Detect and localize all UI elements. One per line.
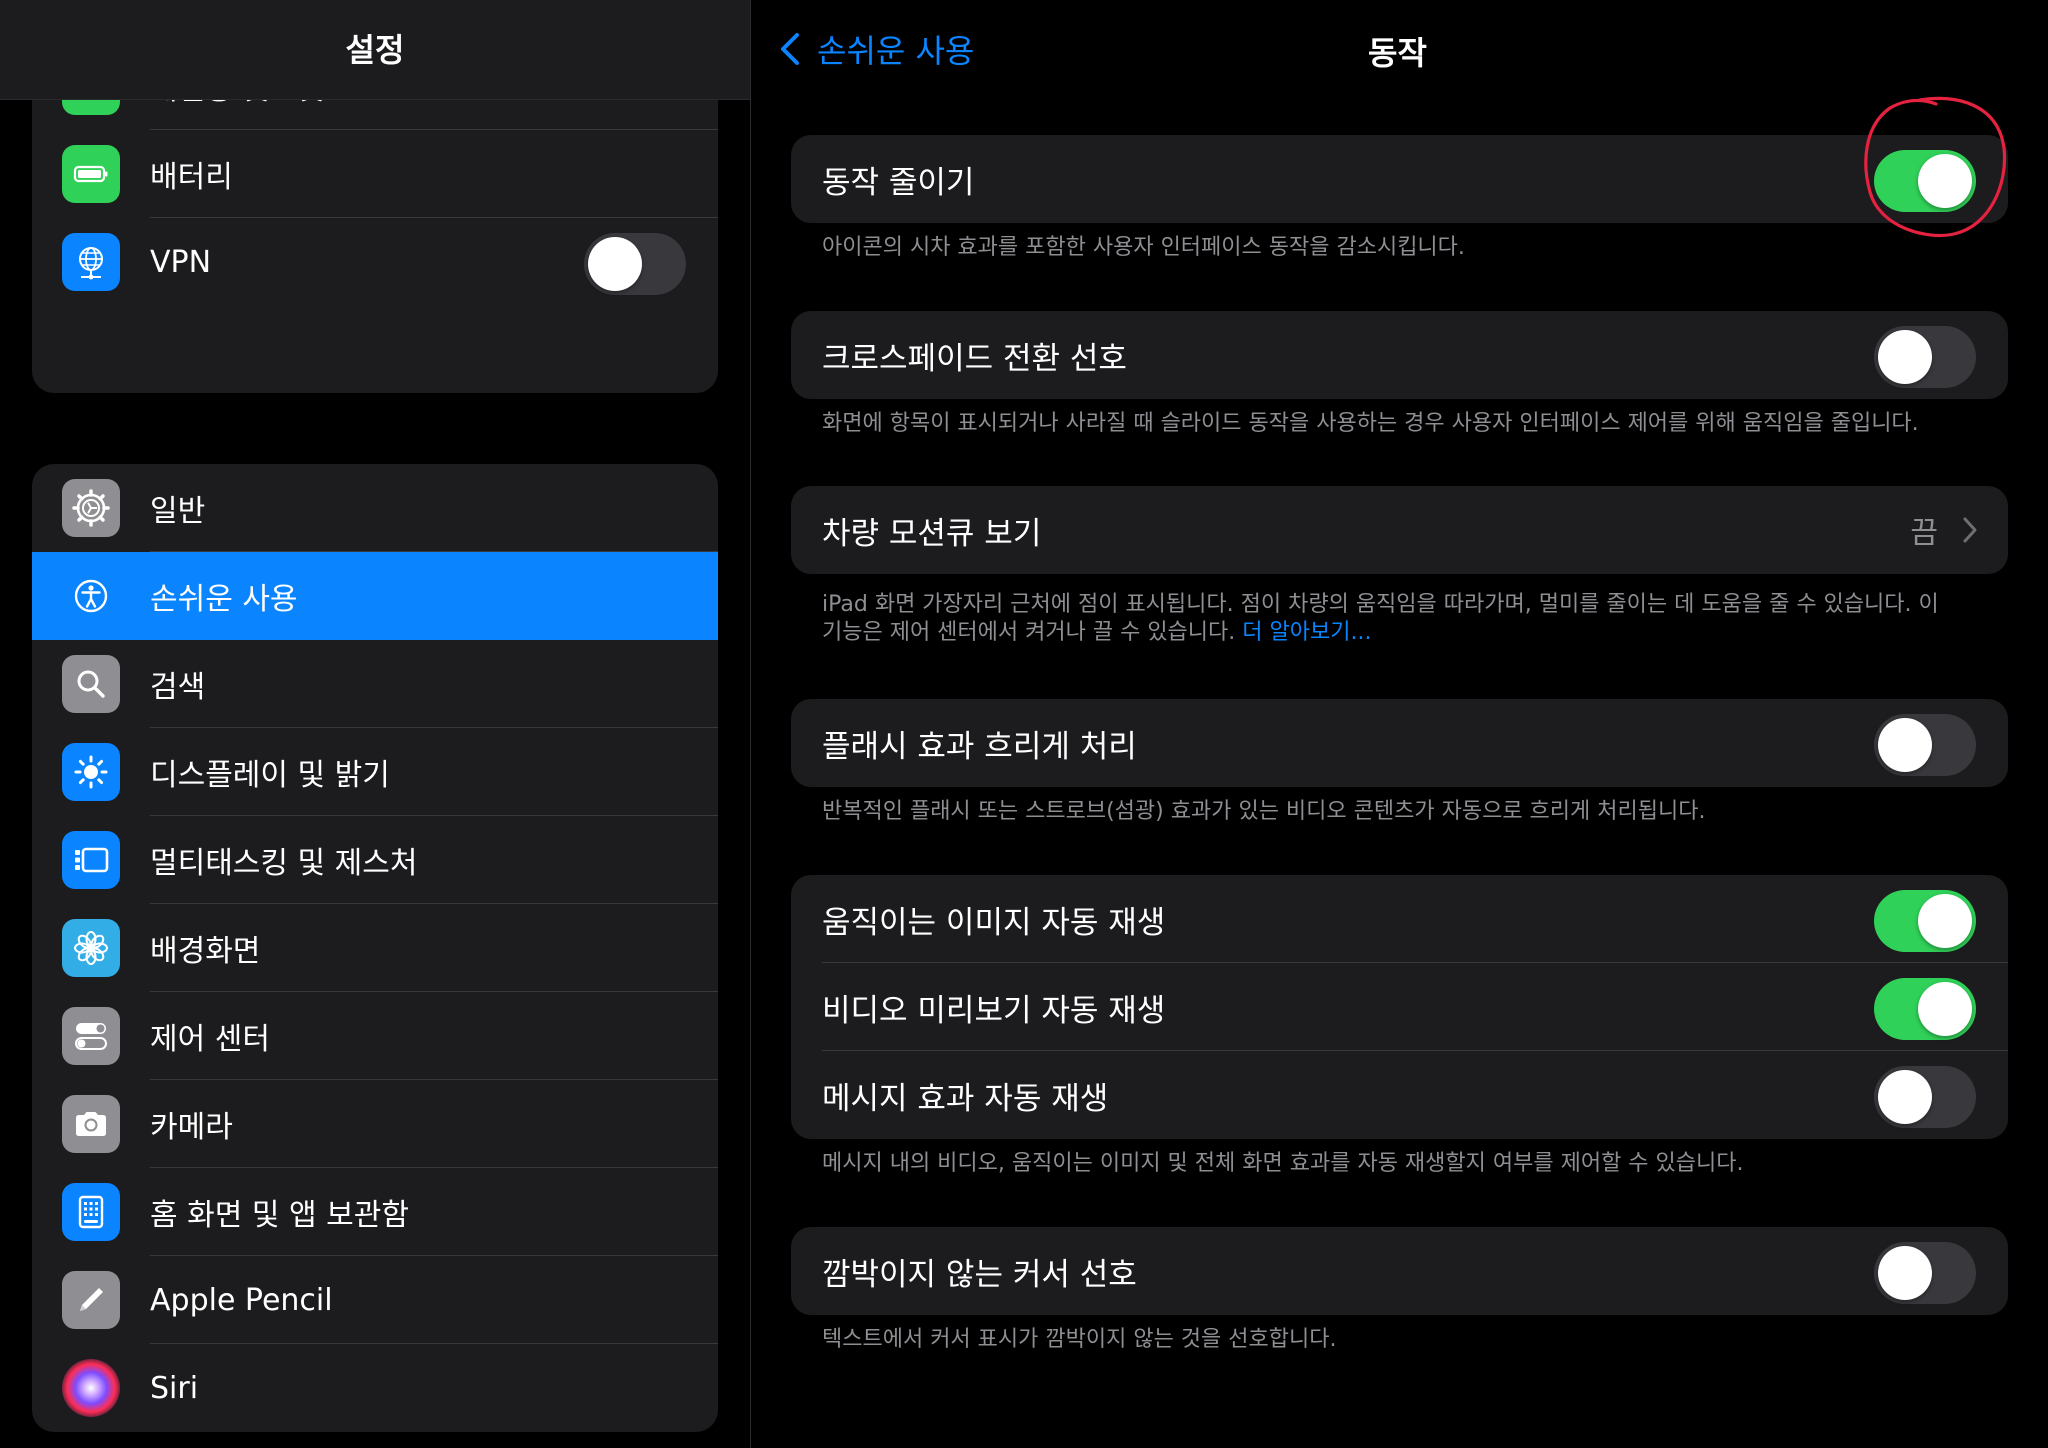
sidebar-item-label: 일반 (150, 494, 206, 529)
dim-flashing-toggle[interactable] (1874, 714, 1976, 776)
gear-icon (62, 479, 120, 537)
sidebar-item-apple-pencil[interactable]: Apple Pencil (32, 1256, 718, 1344)
sidebar-item-vpn[interactable]: VPN (32, 218, 718, 306)
sidebar-group-system: 일반 손쉬운 사용 검색 디스플레이 및 밝기 멀티태스킹 및 제스처 배경화면… (32, 464, 718, 1432)
row-dim-flashing: 플래시 효과 흐리게 처리 (791, 699, 2008, 787)
sidebar-item-multitasking[interactable]: 멀티태스킹 및 제스처 (32, 816, 718, 904)
row-label: 동작 줄이기 (822, 164, 975, 201)
search-icon (62, 655, 120, 713)
row-autoplay-messages: 메시지 효과 자동 재생 (791, 1051, 2008, 1139)
card-crossfade: 크로스페이드 전환 선호 (791, 311, 2008, 399)
sidebar-item-wallpaper[interactable]: 배경화면 (32, 904, 718, 992)
autoplay-images-toggle[interactable] (1874, 890, 1976, 952)
autoplay-video-toggle[interactable] (1874, 978, 1976, 1040)
nav-bar: 손쉬운 사용 동작 (751, 0, 2048, 100)
detail-pane: 손쉬운 사용 동작 동작 줄이기 아이콘의 시차 효과를 포함한 사용자 인터페… (751, 0, 2048, 1448)
chevron-right-icon (1963, 517, 1977, 543)
sidebar-item-label: Apple Pencil (150, 1282, 333, 1318)
siri-icon (62, 1359, 120, 1417)
non-blinking-cursor-toggle[interactable] (1874, 1242, 1976, 1304)
vehicle-cues-value: 끔 (1910, 516, 1938, 551)
sidebar-item-siri[interactable]: Siri (32, 1344, 718, 1432)
home-screen-icon (62, 1183, 120, 1241)
battery-icon (62, 145, 120, 203)
autoplay-messages-footer: 메시지 내의 비디오, 움직이는 이미지 및 전체 화면 효과를 자동 재생할지… (822, 1151, 1744, 1176)
sidebar-item-label: Siri (150, 1370, 199, 1406)
pencil-icon (62, 1271, 120, 1329)
sidebar-item-label: 검색 (150, 670, 206, 705)
flower-icon (62, 919, 120, 977)
sidebar-item-label: 배경화면 (150, 934, 261, 969)
autoplay-messages-toggle[interactable] (1874, 1066, 1976, 1128)
reduce-motion-toggle[interactable] (1874, 150, 1976, 212)
row-vehicle-motion-cues[interactable]: 차량 모션큐 보기 끔 (791, 486, 2008, 574)
settings-sidebar: 설정 개인용 핫스팟 끔 배터리 VPN (0, 0, 750, 1448)
row-crossfade: 크로스페이드 전환 선호 (791, 311, 2008, 399)
card-autoplay: 움직이는 이미지 자동 재생 비디오 미리보기 자동 재생 메시지 효과 자동 … (791, 875, 2008, 1139)
non-blinking-cursor-footer: 텍스트에서 커서 표시가 깜박이지 않는 것을 선호합니다. (822, 1327, 1337, 1352)
card-dim-flashing: 플래시 효과 흐리게 처리 (791, 699, 2008, 787)
card-reduce-motion: 동작 줄이기 (791, 135, 2008, 223)
row-label: 플래시 효과 흐리게 처리 (822, 728, 1137, 765)
accessibility-icon (62, 567, 120, 625)
vpn-toggle[interactable] (584, 233, 686, 295)
sidebar-item-display[interactable]: 디스플레이 및 밝기 (32, 728, 718, 816)
row-label: 차량 모션큐 보기 (822, 515, 1042, 552)
page-title: 동작 (1368, 34, 1427, 72)
sidebar-item-camera[interactable]: 카메라 (32, 1080, 718, 1168)
sidebar-header: 설정 (0, 0, 750, 100)
sidebar-title: 설정 (345, 30, 405, 69)
dim-flashing-footer: 반복적인 플래시 또는 스트로브(섬광) 효과가 있는 비디오 콘텐츠가 자동으… (822, 799, 1706, 824)
sidebar-item-label: VPN (150, 244, 212, 280)
multitasking-icon (62, 831, 120, 889)
vehicle-cues-footer: iPad 화면 가장자리 근처에 점이 표시됩니다. 점이 차량의 움직임을 따… (822, 591, 2002, 647)
crossfade-toggle[interactable] (1874, 326, 1976, 388)
camera-icon (62, 1095, 120, 1153)
row-label: 메시지 효과 자동 재생 (822, 1080, 1109, 1117)
sidebar-item-label: 제어 센터 (150, 1022, 270, 1057)
row-label: 크로스페이드 전환 선호 (822, 340, 1127, 377)
row-label: 움직이는 이미지 자동 재생 (822, 904, 1166, 941)
sidebar-item-control-center[interactable]: 제어 센터 (32, 992, 718, 1080)
sidebar-item-battery[interactable]: 배터리 (32, 130, 718, 218)
sidebar-item-label: 배터리 (150, 160, 233, 195)
sidebar-item-label: 카메라 (150, 1110, 233, 1145)
sidebar-item-home-screen[interactable]: 홈 화면 및 앱 보관함 (32, 1168, 718, 1256)
row-autoplay-video: 비디오 미리보기 자동 재생 (791, 963, 2008, 1051)
card-vehicle-motion-cues: 차량 모션큐 보기 끔 (791, 486, 2008, 574)
learn-more-link[interactable]: 더 알아보기... (1242, 620, 1371, 645)
sidebar-item-accessibility[interactable]: 손쉬운 사용 (32, 552, 718, 640)
card-non-blinking-cursor: 깜박이지 않는 커서 선호 (791, 1227, 2008, 1315)
sidebar-item-search[interactable]: 검색 (32, 640, 718, 728)
sun-icon (62, 743, 120, 801)
sidebar-item-label: 멀티태스킹 및 제스처 (150, 846, 418, 881)
crossfade-footer: 화면에 항목이 표시되거나 사라질 때 슬라이드 동작을 사용하는 경우 사용자… (822, 411, 1919, 436)
sidebar-item-general[interactable]: 일반 (32, 464, 718, 552)
switches-icon (62, 1007, 120, 1065)
sidebar-item-label: 손쉬운 사용 (150, 582, 298, 617)
sidebar-item-label: 홈 화면 및 앱 보관함 (150, 1198, 409, 1233)
sidebar-item-label: 디스플레이 및 밝기 (150, 758, 390, 793)
footer-text: 기능은 제어 센터에서 켜거나 끌 수 있습니다. (822, 620, 1236, 645)
row-label: 비디오 미리보기 자동 재생 (822, 992, 1166, 1029)
globe-network-icon (62, 233, 120, 291)
vehicle-cues-footer-line1: iPad 화면 가장자리 근처에 점이 표시됩니다. 점이 차량의 움직임을 따… (822, 592, 1939, 617)
row-non-blinking-cursor: 깜박이지 않는 커서 선호 (791, 1227, 2008, 1315)
row-autoplay-images: 움직이는 이미지 자동 재생 (791, 875, 2008, 963)
row-reduce-motion: 동작 줄이기 (791, 135, 2008, 223)
vehicle-cues-footer-line2: 기능은 제어 센터에서 켜거나 끌 수 있습니다. 더 알아보기... (822, 619, 2002, 647)
reduce-motion-footer: 아이콘의 시차 효과를 포함한 사용자 인터페이스 동작을 감소시킵니다. (822, 235, 1465, 260)
row-label: 깜박이지 않는 커서 선호 (822, 1256, 1137, 1293)
